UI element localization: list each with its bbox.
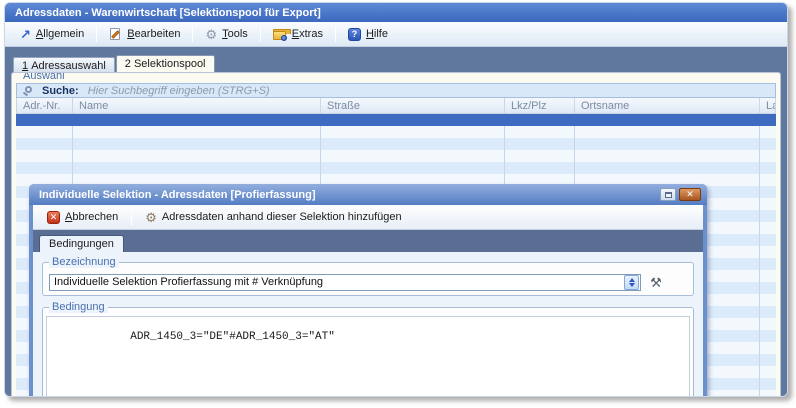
main-content: 1 Adressauswahl 2 Selektionspool Auswahl… <box>5 47 787 397</box>
menu-item-bearbeiten[interactable]: Bearbeiten <box>102 25 187 44</box>
bezeichnung-value: Individuelle Selektion Profierfassung mi… <box>50 276 624 288</box>
close-button[interactable]: ✕ <box>679 188 701 201</box>
tab-adressauswahl[interactable]: 1 Adressauswahl <box>13 57 115 72</box>
selected-row[interactable] <box>16 114 776 126</box>
menu-item-allgemein[interactable]: ↗ Allgemein <box>13 25 91 43</box>
tab-bedingungen[interactable]: Bedingungen <box>39 235 124 252</box>
bezeichnung-groupbox: Bezeichnung Individuelle Selektion Profi… <box>42 262 694 296</box>
bezeichnung-legend: Bezeichnung <box>49 256 119 268</box>
arrow-up-right-icon: ↗ <box>20 29 31 40</box>
bedingung-textarea[interactable]: ADR_1450_3="DE"#ADR_1450_3="AT" <box>46 316 690 397</box>
empty-grid-row <box>16 126 776 138</box>
app-window: Adressdaten - Warenwirtschaft [Selektion… <box>4 2 788 397</box>
cancel-x-icon: ✕ <box>47 211 60 224</box>
menu-separator <box>96 26 97 42</box>
extras-folder-icon <box>273 29 287 40</box>
column-header-strasse[interactable]: Straße <box>321 98 505 113</box>
dialog-title: Individuelle Selektion - Adressdaten [Pr… <box>39 189 657 201</box>
restore-button[interactable] <box>660 188 676 201</box>
dialog-toolbar: ✕ Abbrechen ⚙ Adressdaten anhand dieser … <box>33 205 703 230</box>
search-placeholder: Hier Suchbegriff eingeben (STRG+S) <box>88 85 270 97</box>
grid-header: Adr.-Nr. Name Straße Lkz/Plz Ortsname La… <box>16 98 776 114</box>
search-input[interactable]: Suche: Hier Suchbegriff eingeben (STRG+S… <box>16 83 776 98</box>
dialog-tabstrip: Bedingungen <box>33 230 703 252</box>
menu-bar: ↗ Allgemein Bearbeiten ⚙ Tools Extras ? … <box>5 22 787 47</box>
column-header-land[interactable]: Land <box>760 98 775 113</box>
menu-separator <box>192 26 193 42</box>
magnifier-icon <box>23 85 35 97</box>
empty-grid-row <box>16 138 776 150</box>
restore-icon <box>665 192 672 198</box>
search-label: Suche: <box>42 85 79 97</box>
empty-grid-row <box>16 162 776 174</box>
empty-grid-row <box>16 150 776 162</box>
column-header-lkzplz[interactable]: Lkz/Plz <box>505 98 575 113</box>
bedingungen-page: Bezeichnung Individuelle Selektion Profi… <box>33 252 703 397</box>
bedingung-legend: Bedingung <box>49 301 108 313</box>
app-titlebar[interactable]: Adressdaten - Warenwirtschaft [Selektion… <box>5 3 787 22</box>
bedingung-groupbox: Bedingung ADR_1450_3="DE"#ADR_1450_3="AT… <box>42 307 694 397</box>
menu-item-extras[interactable]: Extras <box>266 25 330 43</box>
toolbar-separator <box>131 209 132 226</box>
column-header-ortsname[interactable]: Ortsname <box>575 98 760 113</box>
menu-separator <box>260 26 261 42</box>
dialog-titlebar[interactable]: Individuelle Selektion - Adressdaten [Pr… <box>29 184 707 205</box>
column-header-name[interactable]: Name <box>73 98 321 113</box>
menu-item-hilfe[interactable]: ? Hilfe <box>341 25 395 44</box>
column-header-adrnr[interactable]: Adr.-Nr. <box>17 98 73 113</box>
bezeichnung-combobox[interactable]: Individuelle Selektion Profierfassung mi… <box>49 274 641 291</box>
abbrechen-button[interactable]: ✕ Abbrechen <box>41 209 124 226</box>
menu-separator <box>335 26 336 42</box>
edit-icon <box>109 28 122 41</box>
up-down-spinner-icon[interactable] <box>624 275 639 290</box>
help-icon: ? <box>348 28 361 41</box>
menu-item-tools[interactable]: ⚙ Tools <box>198 25 254 44</box>
tab-selektionspool[interactable]: 2 Selektionspool <box>116 55 215 72</box>
grid-line <box>759 126 760 397</box>
tools-gear-icon: ⚙ <box>205 28 217 41</box>
main-tabs: 1 Adressauswahl 2 Selektionspool <box>13 55 787 72</box>
add-selection-button[interactable]: ⚙ Adressdaten anhand dieser Selektion hi… <box>139 209 407 226</box>
individuelle-selektion-dialog: Individuelle Selektion - Adressdaten [Pr… <box>29 184 707 397</box>
app-title: Adressdaten - Warenwirtschaft [Selektion… <box>15 7 321 19</box>
auswahl-legend: Auswahl <box>20 72 68 82</box>
gear-icon: ⚙ <box>145 211 157 224</box>
bedingung-expression: ADR_1450_3="DE"#ADR_1450_3="AT" <box>130 331 335 343</box>
hammer-icon[interactable]: ⚒ <box>641 276 671 289</box>
